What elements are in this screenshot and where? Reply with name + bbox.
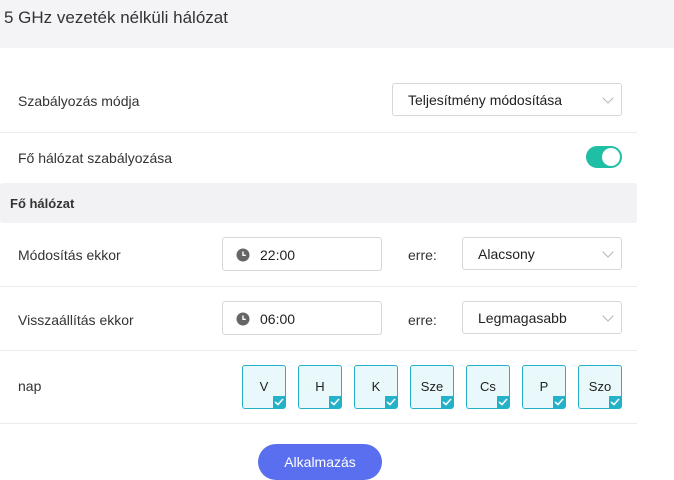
day-label: H: [315, 379, 325, 394]
main-network-toggle-row: Fő hálózat szabályozása: [0, 133, 637, 182]
check-icon: [329, 396, 341, 408]
day-checkbox-k[interactable]: K: [354, 365, 398, 409]
modify-time-input[interactable]: 22:00: [222, 237, 382, 271]
check-icon: [609, 396, 621, 408]
restore-at-row: Visszaállítás ekkor 06:00 erre: Legmagas…: [0, 287, 637, 351]
page-header: 5 GHz vezeték nélküli hálózat: [0, 0, 674, 48]
day-label: Szo: [588, 379, 612, 394]
regulation-mode-row: Szabályozás módja Teljesítmény módosítás…: [0, 68, 637, 133]
restore-to-label: erre:: [408, 312, 437, 328]
day-checkbox-sze[interactable]: Sze: [410, 365, 454, 409]
check-icon: [553, 396, 565, 408]
modify-at-row: Módosítás ekkor 22:00 erre: Alacsony: [0, 223, 637, 287]
day-label: Cs: [480, 379, 496, 394]
modify-at-label: Módosítás ekkor: [18, 247, 121, 263]
modify-time-value: 22:00: [260, 247, 296, 263]
day-label: V: [259, 379, 269, 394]
check-icon: [441, 396, 453, 408]
days-label: nap: [18, 378, 42, 394]
chevron-down-icon: [602, 246, 614, 258]
clock-icon: [236, 312, 250, 329]
main-network-toggle[interactable]: [586, 146, 622, 168]
section-title: Fő hálózat: [10, 196, 75, 211]
toggle-knob: [602, 148, 620, 166]
main-network-toggle-label: Fő hálózat szabályozása: [18, 150, 173, 166]
regulation-mode-value: Teljesítmény módosítása: [408, 92, 563, 108]
restore-level-value: Legmagasabb: [478, 310, 567, 326]
restore-level-select[interactable]: Legmagasabb: [462, 301, 622, 334]
day-label: K: [371, 379, 381, 394]
regulation-mode-select[interactable]: Teljesítmény módosítása: [392, 83, 622, 116]
day-checkbox-szo[interactable]: Szo: [578, 365, 622, 409]
restore-at-label: Visszaállítás ekkor: [18, 312, 134, 328]
day-checkbox-cs[interactable]: Cs: [466, 365, 510, 409]
chevron-down-icon: [602, 92, 614, 104]
modify-level-select[interactable]: Alacsony: [462, 237, 622, 270]
page-title: 5 GHz vezeték nélküli hálózat: [4, 8, 228, 27]
modify-to-label: erre:: [408, 247, 437, 263]
check-icon: [273, 396, 285, 408]
apply-button[interactable]: Alkalmazás: [258, 444, 382, 480]
modify-level-value: Alacsony: [478, 246, 535, 262]
clock-icon: [236, 248, 250, 265]
day-checkbox-h[interactable]: H: [298, 365, 342, 409]
day-checkbox-p[interactable]: P: [522, 365, 566, 409]
day-checkbox-v[interactable]: V: [242, 365, 286, 409]
section-header: Fő hálózat: [0, 183, 637, 223]
check-icon: [497, 396, 509, 408]
day-label: P: [539, 379, 549, 394]
regulation-mode-label: Szabályozás módja: [18, 93, 140, 109]
restore-time-value: 06:00: [260, 311, 296, 327]
day-label: Sze: [420, 379, 444, 394]
chevron-down-icon: [602, 310, 614, 322]
restore-time-input[interactable]: 06:00: [222, 301, 382, 335]
check-icon: [385, 396, 397, 408]
